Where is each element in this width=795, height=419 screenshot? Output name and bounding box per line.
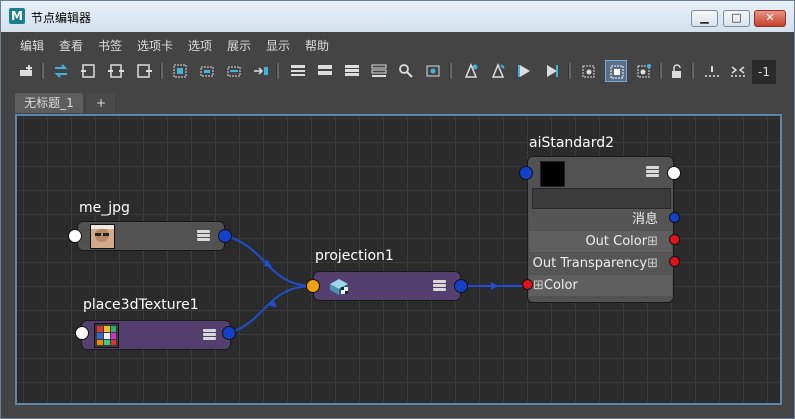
attr-row-message[interactable]: 消息 — [529, 209, 672, 230]
menu-tabs[interactable]: 选项卡 — [137, 37, 173, 54]
node-graph-canvas[interactable]: me_jpg place3dTexture1 projection1 aiSta… — [15, 114, 782, 405]
attr-row-out-color[interactable]: Out Color⊞ — [529, 231, 672, 252]
expand-icon[interactable]: ⊞ — [533, 278, 544, 293]
minimize-button[interactable]: ▁ — [691, 10, 718, 27]
port-me-jpg-output[interactable] — [218, 229, 232, 243]
node-label-me-jpg: me_jpg — [79, 200, 130, 216]
node-projection[interactable] — [313, 271, 461, 301]
texture-cube-icon — [94, 323, 119, 348]
menu-display[interactable]: 显示 — [266, 37, 290, 54]
node-place3d-texture[interactable] — [81, 320, 231, 350]
pin-edit-icon[interactable] — [487, 60, 509, 82]
layout-custom-icon[interactable] — [368, 60, 390, 82]
io-frame-icon[interactable] — [105, 60, 127, 82]
attribute-list-icon[interactable] — [197, 230, 210, 242]
attr-row-out-transparency[interactable]: Out Transparency⊞ — [529, 253, 672, 274]
output-frame-icon[interactable] — [133, 60, 155, 82]
layout-connected-icon[interactable] — [314, 60, 336, 82]
graph-remove-icon[interactable] — [223, 60, 245, 82]
port-projection-input[interactable] — [306, 279, 320, 293]
node-label-aistandard: aiStandard2 — [529, 135, 615, 151]
search-icon[interactable] — [395, 60, 417, 82]
node-label-place3d: place3dTexture1 — [83, 297, 199, 313]
attr-message-label: 消息 — [631, 212, 658, 227]
menu-edit[interactable]: 编辑 — [20, 37, 44, 54]
port-aistandard-input[interactable] — [519, 166, 533, 180]
menu-help[interactable]: 帮助 — [305, 37, 329, 54]
frame-all-icon[interactable] — [169, 60, 191, 82]
layout-simple-icon[interactable] — [287, 60, 309, 82]
input-frame-icon[interactable] — [77, 60, 99, 82]
snapshot-icon[interactable] — [422, 60, 444, 82]
tab-untitled-1[interactable]: 无标题_1 — [15, 93, 83, 113]
window-title: 节点编辑器 — [31, 11, 92, 25]
pin-add-icon[interactable] — [460, 60, 482, 82]
attribute-list-icon[interactable] — [646, 166, 659, 178]
attr-out-color-label: Out Color⊞ — [585, 234, 658, 249]
zoom-value-field[interactable]: -1 — [752, 60, 776, 84]
grid-dots-icon[interactable] — [701, 60, 723, 82]
menu-options[interactable]: 选项 — [188, 37, 212, 54]
node-editor-window: M 节点编辑器 ▁ □ ✕ 编辑 查看 书签 选项卡 选项 展示 显示 帮助 -… — [0, 0, 795, 419]
attr-row-color[interactable]: ⊞Color — [529, 275, 672, 296]
layout-all-icon[interactable] — [341, 60, 363, 82]
pin-right-icon[interactable] — [541, 60, 563, 82]
port-me-jpg-input[interactable] — [68, 229, 82, 243]
swap-icon[interactable] — [50, 60, 72, 82]
expand-icon[interactable]: ⊞ — [647, 234, 658, 249]
maya-app-icon: M — [9, 8, 25, 24]
image-thumbnail-icon — [90, 224, 115, 249]
port-place3d-output[interactable] — [222, 326, 236, 340]
graph-upstream-icon[interactable] — [250, 60, 272, 82]
add-node-icon[interactable] — [16, 60, 38, 82]
pin-left-icon[interactable] — [514, 60, 536, 82]
title-bar[interactable]: M 节点编辑器 ▁ □ ✕ — [1, 1, 794, 32]
collapse-icon[interactable] — [727, 60, 749, 82]
close-button[interactable]: ✕ — [754, 10, 786, 27]
render-swatch-icon[interactable] — [605, 60, 627, 82]
menu-view[interactable]: 查看 — [59, 37, 83, 54]
node-label-projection: projection1 — [315, 248, 394, 264]
menu-show[interactable]: 展示 — [227, 37, 251, 54]
projection-icon — [328, 276, 350, 296]
attr-color-label: ⊞Color — [533, 278, 578, 293]
node-aistandard[interactable]: 消息 Out Color⊞ Out Transparency⊞ ⊞Color — [527, 156, 674, 303]
lock-icon[interactable] — [666, 60, 688, 82]
add-tab-button[interactable]: + — [87, 93, 115, 113]
tab-bar: 无标题_1 + — [2, 91, 793, 113]
maximize-button[interactable]: □ — [723, 10, 750, 27]
material-swatch — [540, 161, 565, 187]
port-aistandard-output[interactable] — [667, 166, 681, 180]
expand-icon[interactable]: ⊞ — [647, 256, 658, 271]
render-icon[interactable] — [578, 60, 600, 82]
port-out-transparency[interactable] — [669, 256, 680, 267]
attribute-list-icon[interactable] — [203, 329, 216, 341]
port-color-input[interactable] — [522, 279, 533, 290]
attribute-list-icon[interactable] — [433, 280, 446, 292]
port-message[interactable] — [669, 212, 680, 223]
menu-bar: 编辑 查看 书签 选项卡 选项 展示 显示 帮助 — [2, 34, 793, 56]
render-refresh-icon[interactable] — [633, 60, 655, 82]
graph-add-icon[interactable] — [196, 60, 218, 82]
toolbar — [2, 57, 793, 87]
node-search-field[interactable] — [532, 188, 671, 209]
port-out-color[interactable] — [669, 234, 680, 245]
node-me-jpg[interactable] — [77, 221, 225, 251]
menu-bookmarks[interactable]: 书签 — [98, 37, 122, 54]
port-place3d-input[interactable] — [75, 326, 89, 340]
attr-out-transparency-label: Out Transparency⊞ — [532, 256, 658, 271]
port-projection-output[interactable] — [454, 279, 468, 293]
